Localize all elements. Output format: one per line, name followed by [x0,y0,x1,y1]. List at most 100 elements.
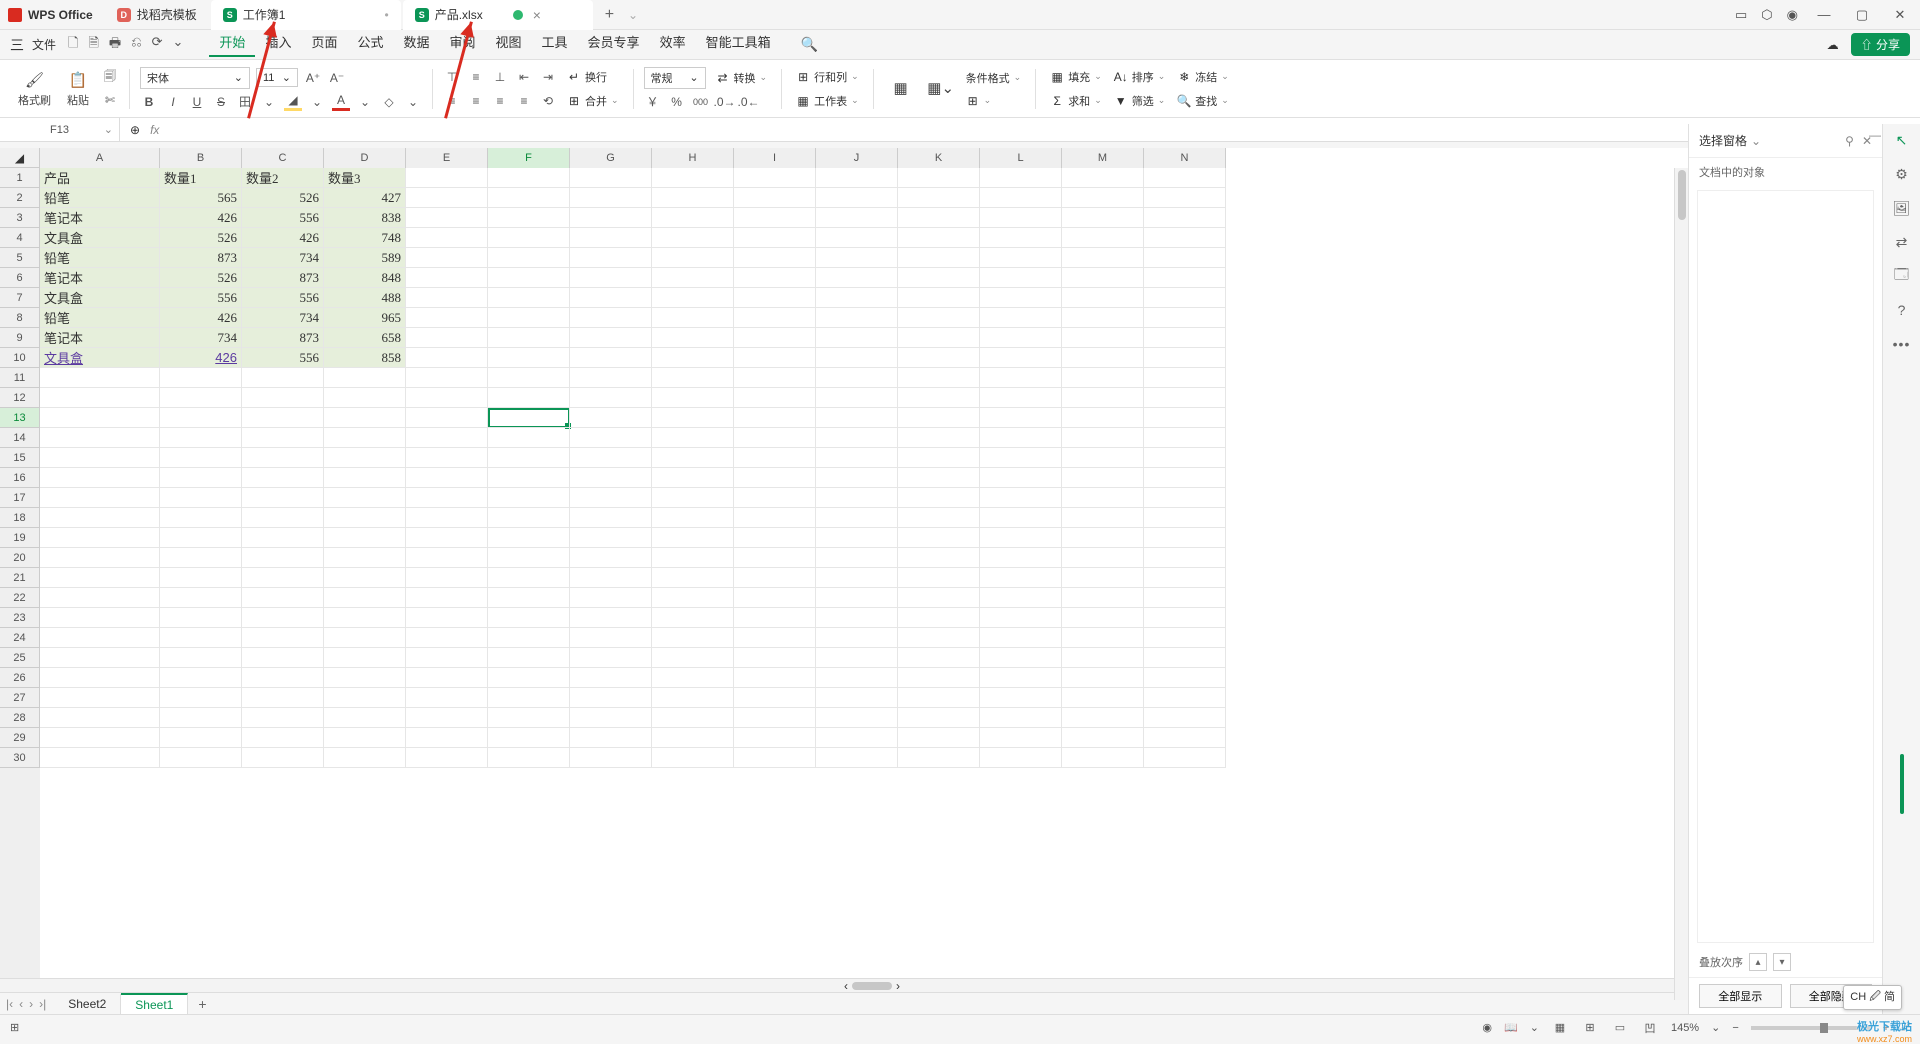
cell[interactable] [898,548,980,568]
cell[interactable] [570,408,652,428]
cell[interactable] [1062,288,1144,308]
rail-tools-icon[interactable]: ⇄ [1892,232,1912,252]
cell[interactable] [652,468,734,488]
formula-input[interactable] [169,123,1910,137]
cell[interactable] [324,468,406,488]
cell[interactable] [324,428,406,448]
cell[interactable] [242,688,324,708]
cell[interactable] [160,428,242,448]
cell[interactable] [406,648,488,668]
cell[interactable] [570,608,652,628]
cell[interactable] [898,248,980,268]
cell[interactable] [652,368,734,388]
increase-font-icon[interactable]: A⁺ [304,69,322,87]
cell[interactable] [570,448,652,468]
cell[interactable] [734,268,816,288]
cell[interactable] [1144,568,1226,588]
cell[interactable] [898,208,980,228]
cell[interactable] [734,488,816,508]
data-cell[interactable]: 748 [324,228,406,248]
cell[interactable] [1144,708,1226,728]
cell[interactable] [898,568,980,588]
cell[interactable] [570,528,652,548]
tab-product[interactable]: S 产品.xlsx × [403,0,593,30]
worksheet-button[interactable]: ▦工作表⌄ [792,91,863,111]
cell[interactable] [40,508,160,528]
cell[interactable] [40,668,160,688]
cell[interactable] [816,548,898,568]
row-header-17[interactable]: 17 [0,488,40,508]
cell[interactable] [324,708,406,728]
cell[interactable] [734,368,816,388]
cell-grid[interactable]: 产品数量1数量2数量3铅笔565526427笔记本426556838文具盒526… [40,168,1688,978]
col-header-F[interactable]: F [488,148,570,168]
data-cell[interactable]: 526 [160,228,242,248]
col-header-L[interactable]: L [980,148,1062,168]
cell[interactable] [570,588,652,608]
currency-icon[interactable]: ￥ [644,93,662,111]
cell[interactable] [1062,308,1144,328]
row-header-20[interactable]: 20 [0,548,40,568]
row-header-22[interactable]: 22 [0,588,40,608]
layout-icon[interactable]: ▭ [1735,7,1747,23]
cell[interactable] [734,748,816,768]
cell[interactable] [898,648,980,668]
eraser-icon[interactable]: ◇ [380,93,398,111]
cell[interactable] [1062,428,1144,448]
cell[interactable] [406,328,488,348]
avatar-icon[interactable]: ◉ [1787,7,1798,23]
cell[interactable] [652,688,734,708]
cell[interactable] [980,268,1062,288]
zoom-out-icon[interactable]: − [1732,1022,1738,1034]
cell[interactable] [570,628,652,648]
data-cell[interactable]: 658 [324,328,406,348]
cell[interactable] [652,508,734,528]
thousand-icon[interactable]: 000 [692,93,710,111]
cell[interactable] [734,508,816,528]
cell[interactable] [406,468,488,488]
cell[interactable] [40,388,160,408]
cell[interactable] [652,288,734,308]
cell[interactable] [980,308,1062,328]
sum-button[interactable]: Σ求和⌄ [1046,91,1106,111]
cell[interactable] [1144,528,1226,548]
merge-button[interactable]: ⊞合并⌄ [563,91,623,111]
cell[interactable] [816,608,898,628]
menu-会员专享[interactable]: 会员专享 [578,32,650,57]
sort-button[interactable]: A↓排序⌄ [1110,67,1170,87]
cell[interactable] [324,508,406,528]
cell[interactable] [1062,348,1144,368]
menu-数据[interactable]: 数据 [393,32,439,57]
cell[interactable] [570,288,652,308]
cell[interactable] [980,448,1062,468]
cell[interactable] [324,448,406,468]
data-cell[interactable]: 笔记本 [40,268,160,288]
cell[interactable] [1144,188,1226,208]
row-header-23[interactable]: 23 [0,608,40,628]
cell[interactable] [816,408,898,428]
cell[interactable] [242,448,324,468]
cell[interactable] [40,688,160,708]
cell[interactable] [734,668,816,688]
cell[interactable] [570,468,652,488]
cell[interactable] [734,648,816,668]
col-header-K[interactable]: K [898,148,980,168]
data-cell[interactable]: 838 [324,208,406,228]
cell[interactable] [980,548,1062,568]
cell[interactable] [160,468,242,488]
cell[interactable] [1062,588,1144,608]
cell[interactable] [898,448,980,468]
data-cell[interactable]: 526 [242,188,324,208]
rail-settings-icon[interactable]: ⚙ [1892,164,1912,184]
qa-preview-icon[interactable]: ⎌ [131,34,141,56]
cell[interactable] [898,348,980,368]
cell[interactable] [816,488,898,508]
cell[interactable] [734,548,816,568]
cell[interactable] [242,428,324,448]
view-layout-icon[interactable]: ⊞ [1581,1021,1599,1035]
cell[interactable] [652,608,734,628]
col-header-J[interactable]: J [816,148,898,168]
cell[interactable] [406,568,488,588]
cell[interactable] [1144,688,1226,708]
horizontal-scrollbar[interactable]: ‹› [0,978,1688,992]
